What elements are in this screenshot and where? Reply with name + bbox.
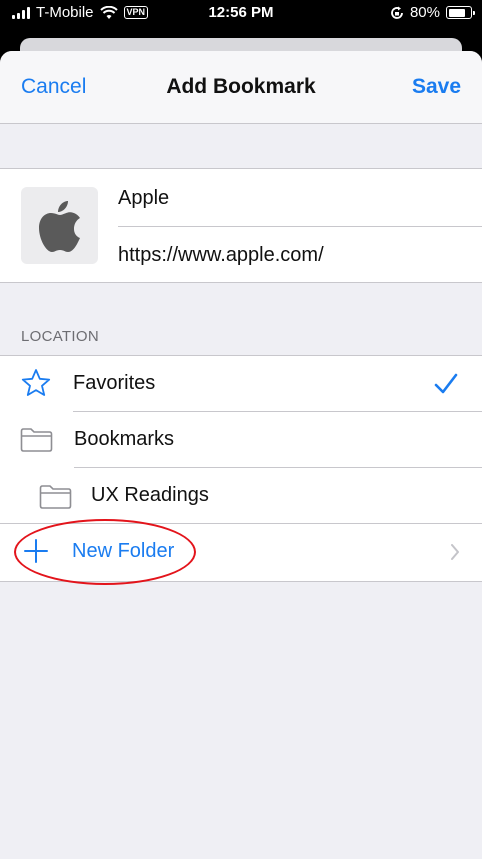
battery-fill (448, 8, 466, 17)
bookmark-details-card: Apple https://www.apple.com/ (0, 168, 482, 283)
location-item-label: UX Readings (91, 484, 209, 506)
page-title: Add Bookmark (166, 75, 316, 98)
battery-percent: 80% (409, 4, 440, 21)
status-right: 80% (390, 4, 475, 21)
battery-icon (446, 6, 475, 19)
status-bar: T-Mobile VPN 12:56 PM 80% (0, 0, 482, 28)
rotation-lock-icon (391, 6, 403, 19)
field-divider (118, 226, 482, 227)
bookmark-title-field[interactable]: Apple (118, 187, 169, 210)
location-item-bookmarks[interactable]: Bookmarks (0, 412, 482, 468)
save-button[interactable]: Save (412, 75, 461, 99)
add-bookmark-sheet: Cancel Add Bookmark Save Apple https://w… (0, 51, 482, 859)
bookmark-thumbnail (21, 187, 98, 264)
folder-icon (39, 485, 72, 509)
location-item-label: Favorites (73, 372, 156, 394)
apple-logo-icon (38, 200, 80, 252)
annotation-circle (14, 519, 196, 585)
location-item-favorites[interactable]: Favorites (0, 356, 482, 412)
location-item-ux-readings[interactable]: UX Readings (0, 468, 482, 524)
bookmark-url-field[interactable]: https://www.apple.com/ (118, 244, 324, 267)
navigation-bar: Cancel Add Bookmark Save (0, 51, 482, 124)
folder-icon (20, 428, 53, 452)
checkmark-icon (434, 373, 458, 394)
location-section-header: LOCATION (21, 328, 99, 345)
location-item-label: Bookmarks (74, 428, 175, 450)
chevron-right-icon (451, 544, 459, 560)
star-icon (21, 369, 51, 396)
